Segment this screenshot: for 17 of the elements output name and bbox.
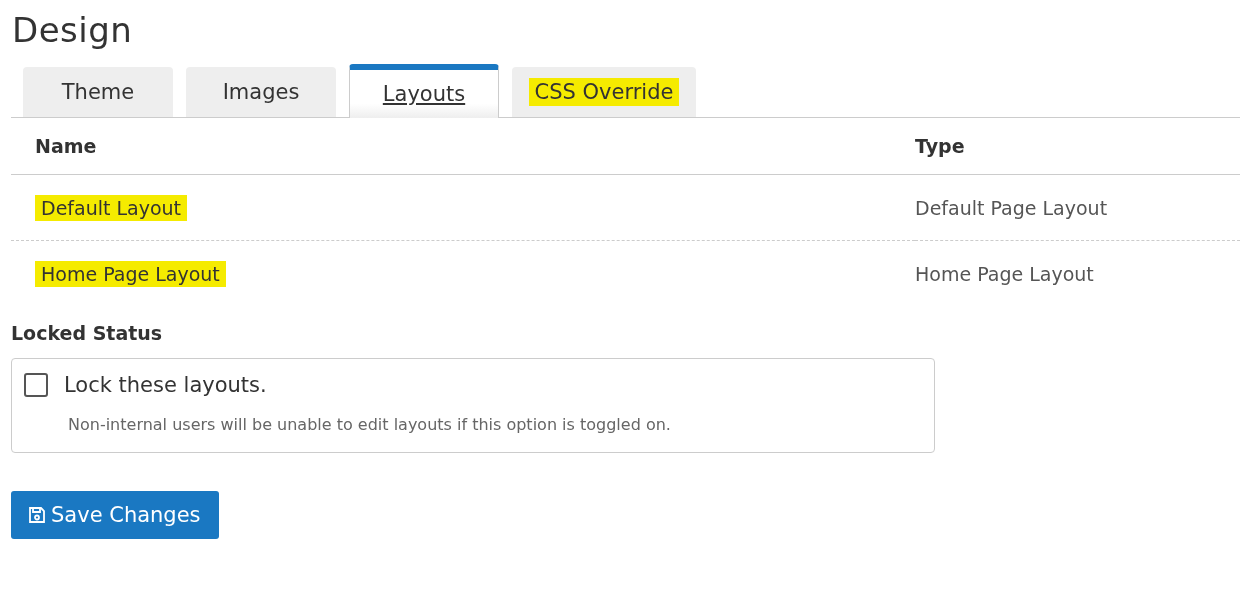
checkbox-label: Lock these layouts. (64, 373, 267, 397)
save-button[interactable]: Save Changes (11, 491, 219, 539)
save-icon (27, 505, 47, 525)
page-title: Design (11, 9, 134, 52)
tab[interactable]: Layouts (349, 64, 499, 118)
checkbox[interactable] (24, 373, 48, 397)
tab[interactable]: Images (186, 67, 336, 117)
table-cell: Home Page Layout (35, 260, 226, 287)
tab[interactable]: CSS Override (512, 67, 696, 117)
table-cell: Default Page Layout (915, 196, 1108, 219)
section-heading: Locked Status (11, 322, 164, 344)
table-cell: Default Layout (35, 194, 188, 221)
help-text: Non-internal users will be unable to edit layouts if this option is toggled on. (68, 415, 672, 434)
column-header: Name (11, 118, 915, 175)
table-cell: Home Page Layout (915, 262, 1094, 285)
column-header: Type (915, 118, 1240, 175)
tab[interactable]: Theme (23, 67, 173, 117)
